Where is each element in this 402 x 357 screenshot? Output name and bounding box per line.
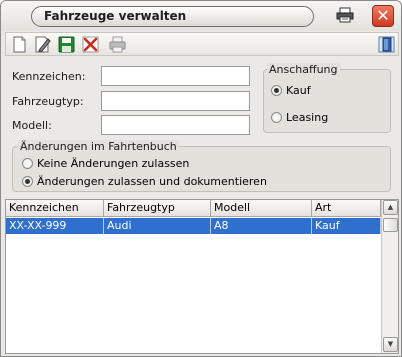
toolbar bbox=[5, 32, 399, 56]
vehicle-table[interactable]: Kennzeichen Fahrzeugtyp Modell Art XX-XX… bbox=[5, 199, 399, 354]
exit-door-icon[interactable] bbox=[377, 35, 396, 54]
new-document-icon[interactable] bbox=[10, 35, 29, 54]
anschaffung-option-kauf[interactable]: Kauf bbox=[271, 82, 311, 98]
aenderungen-option-keine[interactable]: Keine Änderungen zulassen bbox=[22, 155, 189, 171]
close-button[interactable]: ✕ bbox=[372, 5, 394, 27]
edit-icon[interactable] bbox=[33, 35, 52, 54]
delete-icon[interactable] bbox=[81, 35, 100, 54]
modell-label: Modell: bbox=[12, 119, 52, 132]
scroll-down-icon[interactable]: ▼ bbox=[383, 337, 398, 352]
save-icon[interactable] bbox=[57, 35, 76, 54]
window-title: Fahrzeuge verwalten bbox=[31, 6, 314, 27]
printer-title-icon[interactable] bbox=[336, 7, 354, 23]
aenderungen-title: Änderungen im Fahrtenbuch bbox=[18, 140, 179, 153]
column-header-kennzeichen[interactable]: Kennzeichen bbox=[6, 200, 104, 217]
radio-leasing[interactable] bbox=[271, 111, 282, 123]
scroll-up-icon[interactable]: ▲ bbox=[383, 200, 398, 215]
radio-leasing-label: Leasing bbox=[286, 110, 329, 124]
anschaffung-title: Anschaffung bbox=[267, 63, 340, 76]
fahrzeugtyp-input[interactable] bbox=[101, 91, 250, 111]
vertical-scrollbar[interactable]: ▲ ▼ bbox=[381, 200, 398, 353]
radio-keine-aenderungen-label: Keine Änderungen zulassen bbox=[37, 156, 190, 170]
cell-kennzeichen: XX-XX-999 bbox=[6, 218, 104, 234]
radio-kauf[interactable] bbox=[271, 84, 282, 96]
kennzeichen-input[interactable] bbox=[101, 66, 250, 86]
radio-aenderungen-zulassen[interactable] bbox=[22, 175, 33, 187]
column-header-modell[interactable]: Modell bbox=[211, 200, 312, 217]
cell-modell: A8 bbox=[211, 218, 312, 234]
anschaffung-option-leasing[interactable]: Leasing bbox=[271, 109, 328, 125]
fahrzeugtyp-label: Fahrzeugtyp: bbox=[12, 95, 84, 108]
title-bar: Fahrzeuge verwalten ✕ bbox=[1, 1, 401, 31]
column-header-fahrzeugtyp[interactable]: Fahrzeugtyp bbox=[104, 200, 211, 217]
aenderungen-option-zulassen[interactable]: Änderungen zulassen und dokumentieren bbox=[22, 173, 267, 189]
table-row[interactable]: XX-XX-999 Audi A8 Kauf bbox=[6, 218, 381, 234]
column-header-art[interactable]: Art bbox=[312, 200, 381, 217]
radio-aenderungen-zulassen-label: Änderungen zulassen und dokumentieren bbox=[37, 174, 267, 188]
cell-fahrzeugtyp: Audi bbox=[104, 218, 211, 234]
modell-input[interactable] bbox=[101, 115, 250, 135]
fahrzeuge-verwalten-window: Fahrzeuge verwalten ✕ Kennzeichen: Fahrz… bbox=[0, 0, 402, 357]
radio-kauf-label: Kauf bbox=[286, 83, 311, 97]
cell-art: Kauf bbox=[312, 218, 381, 234]
print-icon[interactable] bbox=[108, 35, 127, 54]
table-header: Kennzeichen Fahrzeugtyp Modell Art bbox=[6, 200, 381, 217]
radio-keine-aenderungen[interactable] bbox=[22, 157, 33, 169]
kennzeichen-label: Kennzeichen: bbox=[12, 70, 86, 83]
scroll-thumb[interactable] bbox=[383, 218, 398, 232]
